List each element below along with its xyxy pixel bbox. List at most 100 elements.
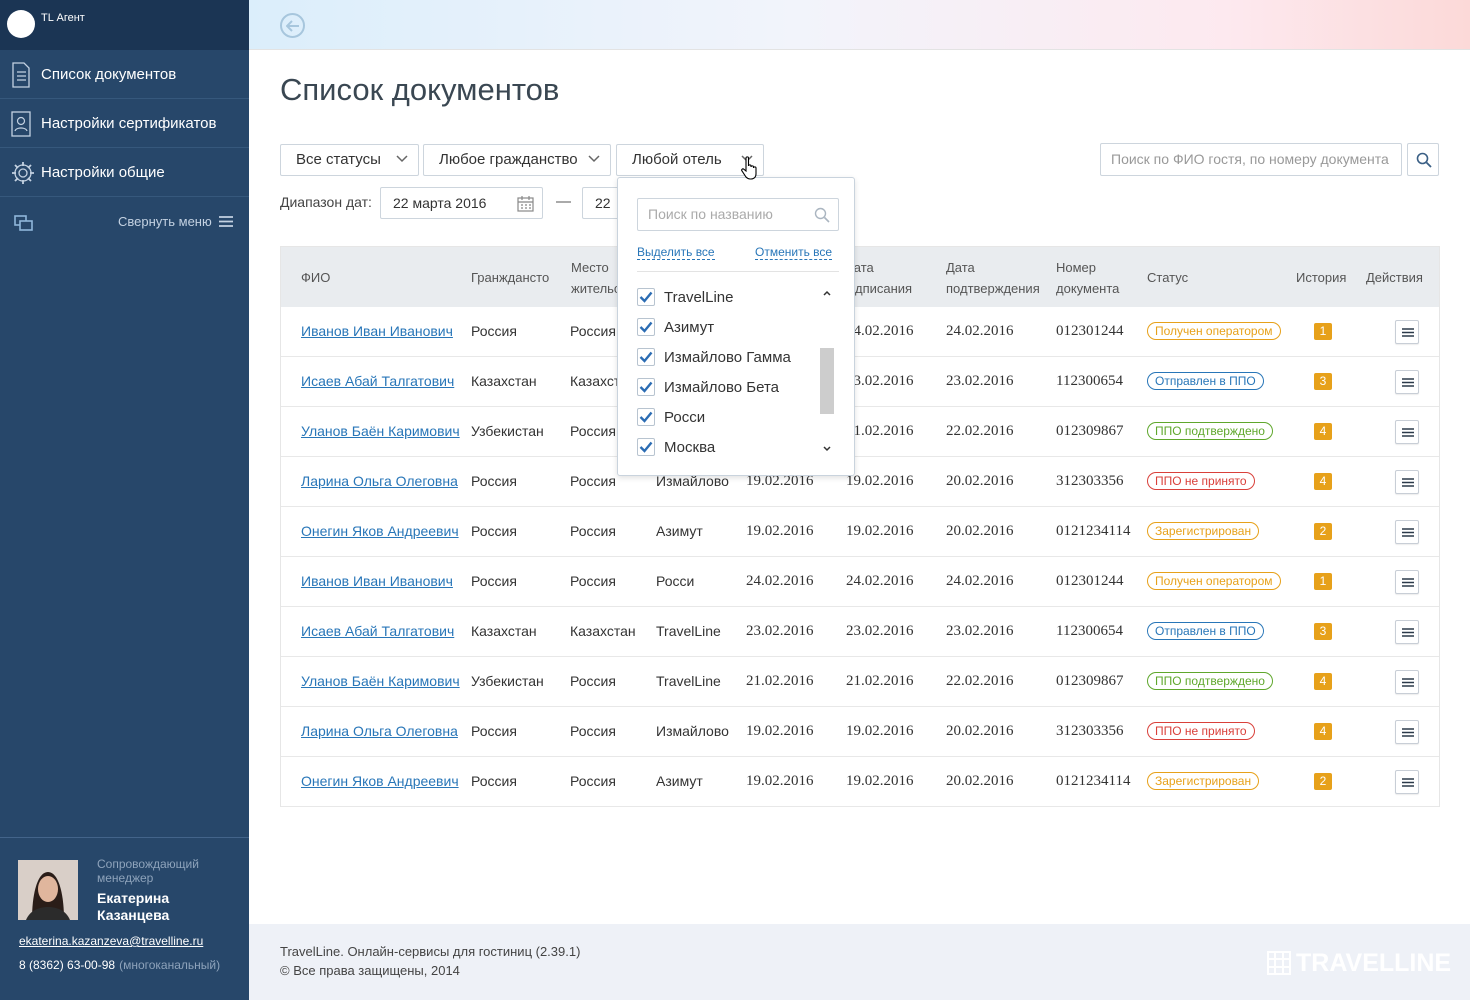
history-count-badge[interactable]: 4 — [1314, 423, 1332, 440]
history-count-badge[interactable]: 4 — [1314, 723, 1332, 740]
history-count-badge[interactable]: 3 — [1314, 623, 1332, 640]
guest-name-link[interactable]: Исаев Абай Талгатович — [301, 373, 454, 389]
table-row: Иванов Иван Иванович Россия Россия Росси 24.… — [281, 557, 1439, 607]
row-actions-button[interactable] — [1395, 320, 1419, 344]
arrival-date-cell: 21.02.2016 — [746, 673, 814, 689]
residence-cell: Казахстан — [570, 623, 636, 639]
table-row: Ларина Ольга Олеговна Россия Россия Измайло… — [281, 457, 1439, 507]
citizenship-cell: Россия — [471, 573, 517, 589]
arrival-date-cell: 19.02.2016 — [746, 723, 814, 739]
column-header-status[interactable]: Статус — [1147, 267, 1188, 288]
checkmark-icon — [639, 351, 653, 363]
back-button[interactable] — [280, 13, 305, 38]
guest-name-link[interactable]: Иванов Иван Иванович — [301, 323, 453, 339]
history-count-badge[interactable]: 2 — [1314, 773, 1332, 790]
confirmed-date-cell: 22.02.2016 — [946, 423, 1014, 439]
app-header: TL Агент — [0, 0, 249, 50]
checkbox[interactable] — [637, 408, 655, 426]
scrollbar[interactable] — [819, 286, 835, 456]
document-number-cell: 312303356 — [1056, 473, 1124, 489]
checkbox[interactable] — [637, 378, 655, 396]
hotel-option[interactable]: TravelLine — [637, 286, 733, 308]
calendar-icon[interactable] — [517, 196, 534, 212]
manager-role: Сопровождающий менеджер — [97, 857, 199, 885]
row-actions-button[interactable] — [1395, 720, 1419, 744]
collapse-menu[interactable]: Свернуть меню — [0, 200, 249, 244]
search-button[interactable] — [1407, 143, 1439, 176]
sidebar-item-general-settings[interactable]: Настройки общие — [0, 149, 249, 197]
history-count-badge[interactable]: 4 — [1314, 473, 1332, 490]
arrival-date-cell: 19.02.2016 — [746, 773, 814, 789]
status-badge: Отправлен в ППО — [1147, 372, 1264, 390]
scrollbar-thumb[interactable] — [820, 348, 834, 414]
hotel-option[interactable]: Измайлово Бета — [637, 376, 779, 398]
row-actions-button[interactable] — [1395, 420, 1419, 444]
residence-cell: Россия — [570, 423, 616, 439]
checkbox[interactable] — [637, 348, 655, 366]
guest-name-link[interactable]: Ларина Ольга Олеговна — [301, 473, 458, 489]
table-row: Онегин Яков Андреевич Россия Россия Азимут 1… — [281, 507, 1439, 557]
residence-cell: Россия — [570, 573, 616, 589]
guest-name-link[interactable]: Иванов Иван Иванович — [301, 573, 453, 589]
hotel-option-label: Измайлово Бета — [664, 378, 779, 396]
checkbox[interactable] — [637, 318, 655, 336]
hotel-option[interactable]: Измайлово Гамма — [637, 346, 791, 368]
history-count-badge[interactable]: 1 — [1314, 573, 1332, 590]
row-actions-button[interactable] — [1395, 370, 1419, 394]
windows-icon[interactable] — [14, 215, 34, 231]
citizenship-filter-dropdown[interactable]: Любое гражданство — [423, 144, 611, 176]
collapse-menu-label[interactable]: Свернуть меню — [118, 214, 212, 229]
guest-name-link[interactable]: Онегин Яков Андреевич — [301, 523, 459, 539]
row-actions-button[interactable] — [1395, 620, 1419, 644]
residence-cell: Россия — [570, 673, 616, 689]
history-count-badge[interactable]: 3 — [1314, 373, 1332, 390]
sidebar-item-label: Список документов — [41, 66, 177, 83]
hamburger-icon[interactable] — [219, 216, 233, 227]
manager-email-link[interactable]: ekaterina.kazanzeva@travelline.ru — [19, 934, 203, 948]
search-icon — [1416, 152, 1432, 168]
guest-name-link[interactable]: Уланов Баён Каримович — [301, 423, 460, 439]
history-count-badge[interactable]: 2 — [1314, 523, 1332, 540]
select-all-link[interactable]: Выделить все — [637, 245, 715, 260]
document-search-input[interactable]: Поиск по ФИО гостя, по номеру документа — [1100, 143, 1402, 176]
document-number-cell: 012301244 — [1056, 323, 1124, 339]
checkbox[interactable] — [637, 288, 655, 306]
column-header-name[interactable]: ФИО — [301, 267, 330, 288]
column-header-confirmed[interactable]: Дата подтверждения — [946, 257, 1040, 299]
guest-name-link[interactable]: Исаев Абай Талгатович — [301, 623, 454, 639]
chevron-up-icon[interactable] — [823, 290, 831, 296]
row-actions-button[interactable] — [1395, 570, 1419, 594]
clear-all-link[interactable]: Отменить все — [755, 245, 833, 260]
row-actions-button[interactable] — [1395, 520, 1419, 544]
status-badge: Зарегистрирован — [1147, 772, 1260, 790]
row-actions-button[interactable] — [1395, 770, 1419, 794]
guest-name-link[interactable]: Онегин Яков Андреевич — [301, 773, 459, 789]
guest-name-link[interactable]: Ларина Ольга Олеговна — [301, 723, 458, 739]
citizenship-cell: Узбекистан — [471, 673, 544, 689]
signed-date-cell: 24.02.2016 — [846, 323, 914, 339]
guest-name-link[interactable]: Уланов Баён Каримович — [301, 673, 460, 689]
documents-table: ФИО Гранждансто Место жительства Дата по… — [280, 246, 1440, 807]
row-actions-button[interactable] — [1395, 470, 1419, 494]
column-header-actions: Действия — [1366, 270, 1423, 285]
hotel-search-input[interactable]: Поиск по названию — [637, 198, 839, 231]
sidebar-item-label: Настройки общие — [41, 164, 165, 181]
hotel-cell: Азимут — [656, 773, 703, 789]
hotel-option[interactable]: Росси — [637, 406, 705, 428]
history-count-badge[interactable]: 4 — [1314, 673, 1332, 690]
sidebar-item-certificates[interactable]: Настройки сертификатов — [0, 100, 249, 148]
gear-icon — [12, 162, 34, 184]
hotel-option[interactable]: Азимут — [637, 316, 714, 338]
row-actions-button[interactable] — [1395, 670, 1419, 694]
chevron-down-icon[interactable] — [823, 446, 831, 452]
app-logo[interactable] — [7, 10, 35, 38]
checkbox[interactable] — [637, 438, 655, 456]
sidebar-item-documents[interactable]: Список документов — [0, 51, 249, 99]
column-header-doc-number[interactable]: Номер документа — [1056, 257, 1126, 299]
date-from-input[interactable]: 22 марта 2016 — [380, 187, 543, 219]
history-count-badge[interactable]: 1 — [1314, 323, 1332, 340]
column-header-citizenship[interactable]: Гранждансто — [471, 267, 549, 288]
status-filter-dropdown[interactable]: Все статусы — [280, 144, 419, 176]
hotel-option[interactable]: Москва — [637, 436, 715, 458]
confirmed-date-cell: 24.02.2016 — [946, 323, 1014, 339]
